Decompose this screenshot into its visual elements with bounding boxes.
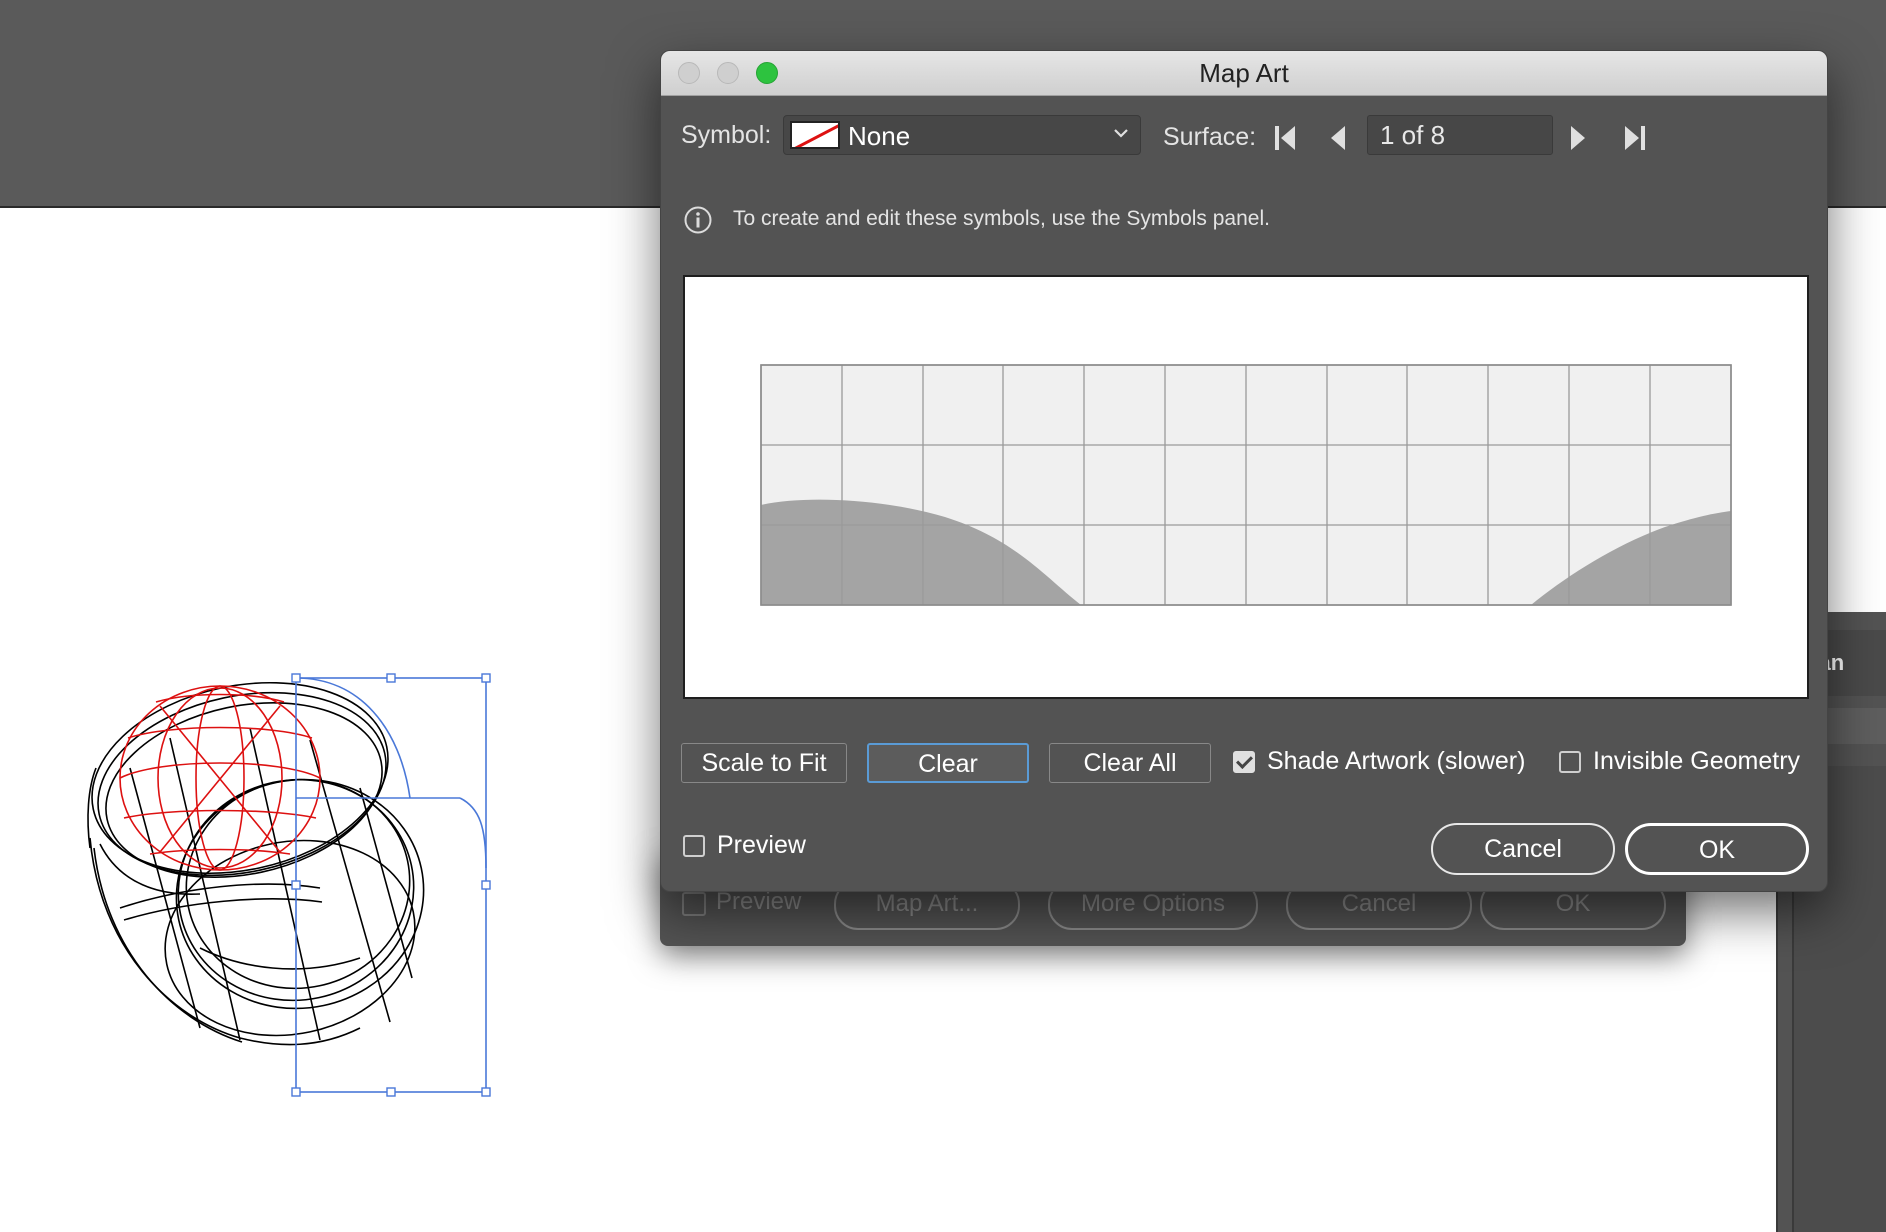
bg-preview-checkbox[interactable] bbox=[682, 892, 706, 916]
none-swatch-icon bbox=[790, 121, 840, 149]
surface-map-preview[interactable] bbox=[683, 275, 1809, 699]
invisible-geometry-checkbox[interactable] bbox=[1559, 751, 1581, 773]
symbol-value: None bbox=[848, 121, 911, 151]
next-surface-icon[interactable] bbox=[1569, 125, 1587, 151]
last-surface-icon[interactable] bbox=[1623, 125, 1647, 151]
clear-all-button[interactable]: Clear All bbox=[1049, 743, 1211, 783]
first-surface-icon[interactable] bbox=[1273, 125, 1297, 151]
dialog-titlebar[interactable]: Map Art bbox=[661, 51, 1827, 96]
dialog-title: Map Art bbox=[1199, 58, 1289, 88]
surface-grid[interactable] bbox=[685, 277, 1807, 697]
shade-artwork-label: Shade Artwork (slower) bbox=[1267, 747, 1526, 775]
surface-label: Surface: bbox=[1163, 123, 1257, 151]
surface-indicator[interactable]: 1 of 8 bbox=[1367, 115, 1553, 155]
clear-button[interactable]: Clear bbox=[867, 743, 1029, 783]
shade-artwork-checkbox[interactable] bbox=[1233, 751, 1255, 773]
scale-to-fit-button[interactable]: Scale to Fit bbox=[681, 743, 847, 783]
map-art-dialog: Map Art Symbol: None Surface: 1 of 8 To … bbox=[660, 50, 1828, 892]
symbol-label: Symbol: bbox=[681, 121, 772, 149]
symbol-dropdown[interactable]: None bbox=[783, 115, 1141, 155]
3d-cylinder-artwork[interactable] bbox=[60, 648, 540, 1168]
previous-surface-icon[interactable] bbox=[1329, 125, 1347, 151]
bg-preview-label: Preview bbox=[716, 888, 802, 915]
preview-checkbox[interactable] bbox=[683, 835, 705, 857]
invisible-geometry-label: Invisible Geometry bbox=[1593, 747, 1801, 775]
info-icon bbox=[684, 206, 712, 234]
chevron-down-icon bbox=[1114, 129, 1128, 138]
info-message: To create and edit these symbols, use th… bbox=[733, 207, 1270, 230]
preview-label: Preview bbox=[717, 831, 806, 859]
cancel-button[interactable]: Cancel bbox=[1431, 823, 1615, 875]
ok-button[interactable]: OK bbox=[1625, 823, 1809, 875]
